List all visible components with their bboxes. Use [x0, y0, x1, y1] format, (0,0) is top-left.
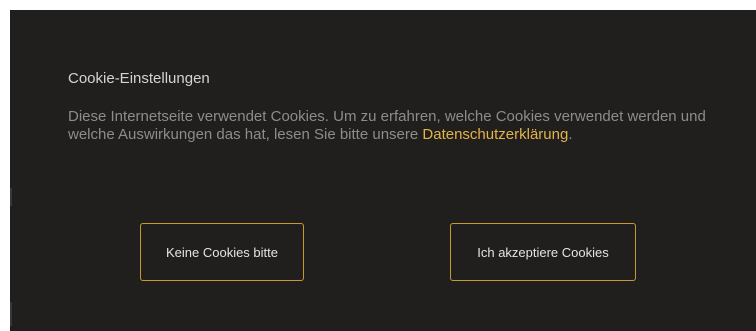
- message-text: Diese Internetseite verwendet Cookies. U…: [68, 108, 706, 143]
- privacy-policy-link[interactable]: Datenschutzerklärung: [422, 126, 568, 143]
- dialog-message: Diese Internetseite verwendet Cookies. U…: [68, 108, 708, 144]
- accept-cookies-button[interactable]: Ich akzeptiere Cookies: [450, 223, 636, 281]
- edge-divider: [10, 302, 12, 326]
- cookie-dialog: Cookie-Einstellungen Diese Internetseite…: [10, 10, 756, 331]
- cookie-dialog-content: Cookie-Einstellungen Diese Internetseite…: [68, 70, 708, 144]
- message-suffix: .: [568, 126, 573, 143]
- edge-divider: [10, 188, 12, 206]
- decline-cookies-button[interactable]: Keine Cookies bitte: [140, 223, 304, 281]
- dialog-title: Cookie-Einstellungen: [68, 70, 210, 87]
